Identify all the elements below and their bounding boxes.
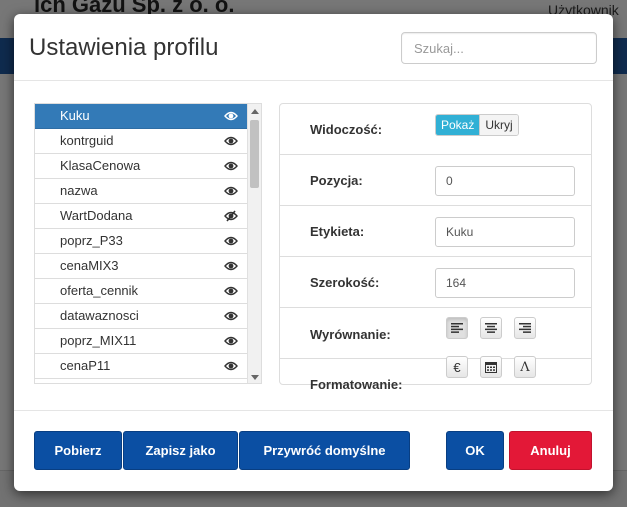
align-right-icon[interactable] <box>514 317 536 339</box>
field-list-item-label: nazwa <box>60 183 98 198</box>
formatting-label: Formatowanie: <box>310 377 403 392</box>
scroll-thumb[interactable] <box>250 120 259 188</box>
field-list-item-label: datawaznosci <box>60 308 139 323</box>
profile-settings-dialog: Ustawienia profilu Kuku kontrguid KlasaCen… <box>14 14 613 491</box>
visibility-label: Widoczość: <box>310 122 383 137</box>
field-list-item-label: cenaMIX3 <box>60 258 119 273</box>
scroll-down-arrow-icon[interactable] <box>251 375 259 380</box>
position-input[interactable] <box>435 166 575 196</box>
field-list-item[interactable]: Kuku <box>35 104 248 129</box>
modal-footer: Pobierz Zapisz jako Przywróć domyślne OK… <box>14 410 613 491</box>
caption-label: Etykieta: <box>310 224 365 239</box>
field-list-item-label: WartDodana <box>60 208 133 223</box>
position-label: Pozycja: <box>310 173 363 188</box>
alignment-row: Wyrównanie: <box>280 308 591 359</box>
save-as-button[interactable]: Zapisz jako <box>123 431 238 470</box>
field-list-item-label: poprz_MIX11 <box>60 333 137 348</box>
field-list-item[interactable]: datawaznosci <box>35 304 248 329</box>
field-list-item-label: poprz_P33 <box>60 233 123 248</box>
field-list-item[interactable]: nazwa <box>35 179 248 204</box>
text-format-icon[interactable]: Λ <box>514 356 536 378</box>
search-input[interactable] <box>401 32 597 64</box>
alignment-label: Wyrównanie: <box>310 327 391 342</box>
field-list-item[interactable]: poprz_P33 <box>35 229 248 254</box>
caption-input[interactable] <box>435 217 575 247</box>
cancel-button[interactable]: Anuluj <box>509 431 592 470</box>
field-list-item[interactable]: KlasaCenowa <box>35 154 248 179</box>
field-properties-panel: Widoczość: Pokaż Ukryj Pozycja: Etykieta… <box>279 103 592 392</box>
field-list-item-label: kontrguid <box>60 133 114 148</box>
width-label: Szerokość: <box>310 275 380 290</box>
field-list: Kuku kontrguid KlasaCenowa nazwa WartDodana p… <box>34 103 262 384</box>
field-list-item-label: Kuku <box>60 108 90 123</box>
field-list-item[interactable]: cenaP11 <box>35 354 248 379</box>
fetch-button[interactable]: Pobierz <box>34 431 122 470</box>
show-toggle-button[interactable]: Pokaż <box>436 115 480 135</box>
width-input[interactable] <box>435 268 575 298</box>
visibility-row: Widoczość: Pokaż Ukryj <box>280 104 591 155</box>
scroll-up-arrow-icon[interactable] <box>251 109 259 114</box>
field-list-item[interactable]: cenaMIX3 <box>35 254 248 279</box>
modal-header: Ustawienia profilu <box>14 14 613 81</box>
hide-toggle-button[interactable]: Ukryj <box>479 115 518 135</box>
field-list-item-label: KlasaCenowa <box>60 158 141 173</box>
modal-title: Ustawienia profilu <box>29 34 219 61</box>
formatting-row: Formatowanie: € Λ <box>280 356 591 410</box>
field-list-item[interactable] <box>35 379 248 383</box>
field-list-item[interactable]: oferta_cennik <box>35 279 248 304</box>
width-row: Szerokość: <box>280 257 591 308</box>
visibility-toggle: Pokaż Ukryj <box>435 114 519 136</box>
field-list-scrollbar[interactable] <box>247 104 261 383</box>
field-list-item[interactable]: kontrguid <box>35 129 248 154</box>
position-row: Pozycja: <box>280 155 591 206</box>
euro-icon[interactable]: € <box>446 356 468 378</box>
field-list-item-label: cenaP11 <box>60 358 111 373</box>
align-left-icon[interactable] <box>446 317 468 339</box>
field-list-item[interactable]: poprz_MIX11 <box>35 329 248 354</box>
align-center-icon[interactable] <box>480 317 502 339</box>
calendar-icon[interactable] <box>480 356 502 378</box>
restore-defaults-button[interactable]: Przywróć domyślne <box>239 431 410 470</box>
caption-row: Etykieta: <box>280 206 591 257</box>
field-list-items: Kuku kontrguid KlasaCenowa nazwa WartDodana p… <box>35 104 248 383</box>
ok-button[interactable]: OK <box>446 431 504 470</box>
field-list-item-label: oferta_cennik <box>60 283 139 298</box>
field-list-item[interactable]: WartDodana <box>35 204 248 229</box>
